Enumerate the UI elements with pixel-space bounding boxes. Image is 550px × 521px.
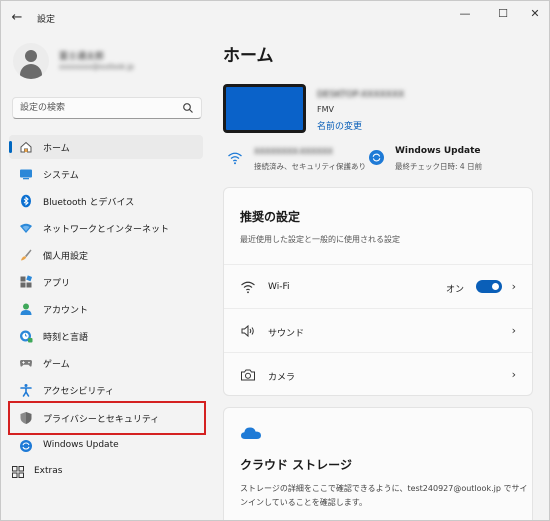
back-button[interactable]: ← [7,8,27,26]
highlight-box [8,401,206,435]
avatar [13,43,49,79]
sidebar-item-accounts[interactable]: アカウント [9,297,203,321]
sidebar-item-system[interactable]: システム [9,162,203,186]
speaker-icon [241,324,254,338]
cloud-storage-card: クラウド ストレージ ストレージの詳細をここで確認できるように、test2409… [223,407,533,520]
system-monitor-icon [20,169,32,180]
back-arrow-icon: ← [11,9,23,25]
recommended-settings-card: 推奨の設定 最近使用した設定と一般的に使用される設定 Wi-Fi オン › サウ… [223,187,533,396]
sidebar-item-personalization[interactable]: 個人用設定 [9,243,203,267]
cloud-description: ストレージの詳細をここで確認できるように、test240927@outlook.… [240,484,528,507]
sidebar-item-label: Bluetooth とデバイス [43,198,135,208]
row-label: サウンド [268,329,305,339]
minimize-button[interactable]: — [453,5,477,21]
sidebar-item-extras[interactable]: Extras [1,460,195,484]
toggle-state-label: オン [445,285,464,295]
brush-icon [21,249,32,261]
update-refresh-icon [369,150,384,165]
profile-name: 富士通太郎 [59,52,105,62]
device-model: FMV [317,105,334,114]
card-subtitle: 最近使用した設定と一般的に使用される設定 [240,235,400,244]
wifi-icon [241,281,255,294]
wifi-row[interactable]: Wi-Fi オン › [224,264,532,308]
rename-link[interactable]: 名前の変更 [317,119,362,132]
sidebar-item-label: ネットワークとインターネット [43,225,170,235]
gaming-icon [20,360,32,367]
network-status-text: 接続済み、セキュリティ保護あり [254,162,367,171]
device-image [223,84,306,133]
sidebar-item-label: システム [43,171,79,181]
sidebar-item-label: ゲーム [43,360,70,370]
network-icon [20,223,32,233]
close-button[interactable]: ✕ [523,5,547,21]
camera-row[interactable]: カメラ › [224,352,532,396]
time-language-icon [20,330,33,343]
title-bar: ← 設定 — ☐ ✕ [1,1,549,33]
apps-icon [20,275,33,288]
maximize-button[interactable]: ☐ [491,5,515,21]
update-last-checked: 最終チェック日時: 4 日前 [395,162,483,171]
profile-email: xxxxxxxx@outlook.jp [59,63,134,71]
network-name: XXXXXXXX-XXXXXX [254,147,333,156]
device-name: DESKTOP-XXXXXXX [317,90,405,100]
home-icon [20,141,32,153]
sidebar-item-label: Extras [34,466,63,476]
camera-icon [241,369,255,381]
chevron-right-icon: › [511,280,516,293]
update-title: Windows Update [395,146,481,156]
chevron-right-icon: › [511,324,516,337]
sidebar-item-label: アプリ [43,279,71,289]
toggle-knob [492,283,499,290]
sidebar-item-label: アクセシビリティ [43,387,115,397]
search-icon [183,103,193,113]
sidebar-item-home[interactable]: ホーム [9,135,203,159]
sidebar-item-bluetooth[interactable]: Bluetooth とデバイス [9,189,203,213]
sidebar-item-label: ホーム [43,144,70,154]
minimize-icon: — [459,6,471,20]
sidebar-item-label: Windows Update [43,440,119,450]
avatar-body-icon [20,64,42,79]
sidebar-item-time-language[interactable]: 時刻と言語 [9,324,203,348]
app-title: 設定 [37,15,56,25]
chevron-right-icon: › [511,368,516,381]
sidebar-item-accessibility[interactable]: アクセシビリティ [9,378,203,402]
wifi-toggle[interactable] [476,280,502,293]
sidebar-item-apps[interactable]: アプリ [9,270,203,294]
active-indicator [9,141,12,153]
device-screen [226,87,303,130]
card-title: 推奨の設定 [240,210,301,224]
sidebar-item-windows-update[interactable]: Windows Update [9,434,203,458]
page-title: ホーム [223,46,274,66]
row-label: Wi-Fi [268,282,290,292]
sidebar-item-label: アカウント [43,306,89,316]
cloud-icon [241,427,261,439]
avatar-head-icon [25,50,37,62]
row-label: カメラ [268,373,296,383]
sidebar-item-network[interactable]: ネットワークとインターネット [9,216,203,240]
cloud-title: クラウド ストレージ [240,458,352,472]
settings-window: ← 設定 — ☐ ✕ 富士通太郎 xxxxxxxx@outlook.jp 設定の… [0,0,550,521]
extras-icon [12,466,24,478]
sidebar-item-gaming[interactable]: ゲーム [9,351,203,375]
sound-row[interactable]: サウンド › [224,308,532,352]
windows-update-icon [20,440,32,452]
sidebar-item-label: 個人用設定 [43,252,89,262]
accessibility-icon [20,384,32,397]
settings-search[interactable] [12,97,202,119]
close-icon: ✕ [530,6,540,20]
search-input[interactable] [20,101,180,115]
sidebar-item-label: 時刻と言語 [43,333,89,343]
wifi-status-icon [228,152,242,165]
account-icon [20,303,32,315]
maximize-icon: ☐ [498,6,508,20]
bluetooth-icon [21,194,31,208]
